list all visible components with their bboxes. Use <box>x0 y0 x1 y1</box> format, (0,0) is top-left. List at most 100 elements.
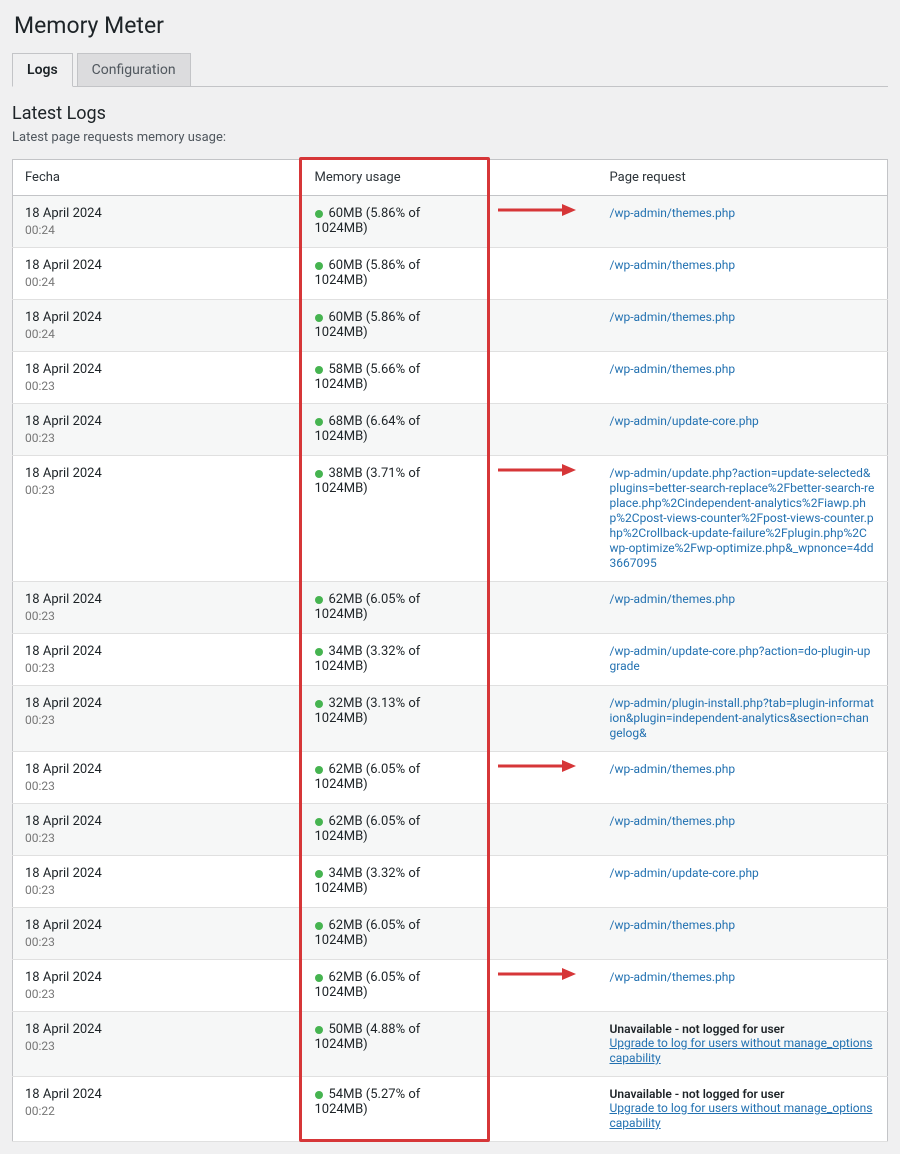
cell-request: /wp-admin/themes.php <box>598 804 888 856</box>
cell-request: /wp-admin/themes.php <box>598 248 888 300</box>
status-dot-icon <box>315 1091 323 1099</box>
cell-date: 18 April 2024 00:23 <box>13 582 303 634</box>
cell-spacer <box>488 686 598 752</box>
time-value: 00:22 <box>25 1104 291 1118</box>
status-dot-icon <box>315 648 323 656</box>
status-dot-icon <box>315 700 323 708</box>
status-dot-icon <box>315 1026 323 1034</box>
memory-value: 58MB (5.66% of 1024MB) <box>315 362 421 392</box>
memory-value: 62MB (6.05% of 1024MB) <box>315 970 421 1000</box>
memory-value: 62MB (6.05% of 1024MB) <box>315 762 421 792</box>
date-value: 18 April 2024 <box>25 206 291 221</box>
memory-value: 68MB (6.64% of 1024MB) <box>315 414 421 444</box>
date-value: 18 April 2024 <box>25 592 291 607</box>
cell-memory: 54MB (5.27% of 1024MB) <box>303 1077 488 1142</box>
tab-bar: Logs Configuration <box>12 53 888 87</box>
memory-value: 34MB (3.32% of 1024MB) <box>315 866 421 896</box>
table-row: 18 April 2024 00:23 62MB (6.05% of 1024MB)… <box>13 752 888 804</box>
cell-date: 18 April 202400:23 <box>13 960 303 1012</box>
page-request-link[interactable]: /wp-admin/themes.php <box>610 918 736 932</box>
time-value: 00:23 <box>25 609 291 623</box>
time-value: 00:23 <box>25 779 291 793</box>
cell-memory: 62MB (6.05% of 1024MB) <box>303 960 488 1012</box>
col-header-date: Fecha <box>13 160 303 196</box>
table-row: 18 April 202400:2350MB (4.88% of 1024MB)… <box>13 1012 888 1077</box>
status-dot-icon <box>315 366 323 374</box>
page-request-link[interactable]: /wp-admin/update-core.php <box>610 414 759 428</box>
date-value: 18 April 2024 <box>25 970 291 985</box>
cell-date: 18 April 202400:23 <box>13 686 303 752</box>
date-value: 18 April 2024 <box>25 866 291 881</box>
memory-value: 34MB (3.32% of 1024MB) <box>315 644 421 674</box>
col-header-memory: Memory usage <box>303 160 488 196</box>
memory-value: 50MB (4.88% of 1024MB) <box>315 1022 421 1052</box>
date-value: 18 April 2024 <box>25 762 291 777</box>
page-request-link[interactable]: /wp-admin/themes.php <box>610 592 736 606</box>
cell-spacer <box>488 804 598 856</box>
page-request-link[interactable]: /wp-admin/update-core.php?action=do-plug… <box>610 644 871 673</box>
tab-configuration[interactable]: Configuration <box>77 53 191 87</box>
page-request-link[interactable]: /wp-admin/themes.php <box>610 814 736 828</box>
page-request-link[interactable]: /wp-admin/themes.php <box>610 206 736 220</box>
status-dot-icon <box>315 974 323 982</box>
memory-value: 62MB (6.05% of 1024MB) <box>315 814 421 844</box>
cell-memory: 62MB (6.05% of 1024MB) <box>303 752 488 804</box>
cell-request: /wp-admin/themes.php <box>598 196 888 248</box>
table-row: 18 April 202400:2362MB (6.05% of 1024MB)… <box>13 908 888 960</box>
table-row: 18 April 202400:23 32MB (3.13% of 1024MB)… <box>13 686 888 752</box>
page-request-link[interactable]: /wp-admin/themes.php <box>610 762 736 776</box>
upgrade-link[interactable]: Upgrade to log for users without manage_… <box>610 1036 873 1065</box>
memory-value: 60MB (5.86% of 1024MB) <box>315 206 421 236</box>
table-row: 18 April 2024 00:24 60MB (5.86% of 1024MB)… <box>13 248 888 300</box>
unavailable-title: Unavailable - not logged for user <box>610 1022 876 1036</box>
page-request-link[interactable]: /wp-admin/themes.php <box>610 362 736 376</box>
logs-table: Fecha Memory usage Page request 18 April… <box>12 159 888 1142</box>
cell-date: 18 April 2024 00:24 <box>13 196 303 248</box>
page-request-link[interactable]: /wp-admin/update.php?action=update-selec… <box>610 466 875 570</box>
cell-memory: 68MB (6.64% of 1024MB) <box>303 404 488 456</box>
time-value: 00:24 <box>25 223 291 237</box>
page-request-link[interactable]: /wp-admin/update-core.php <box>610 866 759 880</box>
table-row: 18 April 202400:2334MB (3.32% of 1024MB)… <box>13 634 888 686</box>
table-row: 18 April 2024 00:23 68MB (6.64% of 1024MB)… <box>13 404 888 456</box>
cell-request: /wp-admin/themes.php <box>598 352 888 404</box>
time-value: 00:24 <box>25 327 291 341</box>
time-value: 00:23 <box>25 883 291 897</box>
time-value: 00:23 <box>25 379 291 393</box>
memory-value: 38MB (3.71% of 1024MB) <box>315 466 421 496</box>
time-value: 00:24 <box>25 275 291 289</box>
memory-value: 62MB (6.05% of 1024MB) <box>315 592 421 622</box>
page-request-link[interactable]: /wp-admin/themes.php <box>610 310 736 324</box>
memory-value: 32MB (3.13% of 1024MB) <box>315 696 421 726</box>
time-value: 00:23 <box>25 431 291 445</box>
cell-memory: 34MB (3.32% of 1024MB) <box>303 856 488 908</box>
table-row: 18 April 2024 00:23 62MB (6.05% of 1024MB)… <box>13 582 888 634</box>
page-request-link[interactable]: /wp-admin/plugin-install.php?tab=plugin-… <box>610 696 874 740</box>
cell-request: Unavailable - not logged for userUpgrade… <box>598 1077 888 1142</box>
table-row: 18 April 202400:23 62MB (6.05% of 1024MB)… <box>13 960 888 1012</box>
date-value: 18 April 2024 <box>25 258 291 273</box>
table-row: 18 April 202400:2460MB (5.86% of 1024MB)… <box>13 300 888 352</box>
memory-value: 60MB (5.86% of 1024MB) <box>315 258 421 288</box>
cell-spacer <box>488 1077 598 1142</box>
page-request-link[interactable]: /wp-admin/themes.php <box>610 970 736 984</box>
cell-memory: 34MB (3.32% of 1024MB) <box>303 634 488 686</box>
upgrade-link[interactable]: Upgrade to log for users without manage_… <box>610 1101 873 1130</box>
cell-date: 18 April 202400:22 <box>13 1077 303 1142</box>
date-value: 18 April 2024 <box>25 414 291 429</box>
cell-request: Unavailable - not logged for userUpgrade… <box>598 1012 888 1077</box>
col-header-request: Page request <box>598 160 888 196</box>
status-dot-icon <box>315 210 323 218</box>
cell-memory: 38MB (3.71% of 1024MB) <box>303 456 488 582</box>
table-row: 18 April 202400:2254MB (5.27% of 1024MB)… <box>13 1077 888 1142</box>
cell-date: 18 April 2024 00:23 <box>13 752 303 804</box>
status-dot-icon <box>315 418 323 426</box>
tab-logs[interactable]: Logs <box>12 53 73 87</box>
page-request-link[interactable]: /wp-admin/themes.php <box>610 258 736 272</box>
cell-spacer <box>488 582 598 634</box>
time-value: 00:23 <box>25 831 291 845</box>
cell-memory: 58MB (5.66% of 1024MB) <box>303 352 488 404</box>
time-value: 00:23 <box>25 483 291 497</box>
cell-spacer <box>488 352 598 404</box>
status-dot-icon <box>315 818 323 826</box>
